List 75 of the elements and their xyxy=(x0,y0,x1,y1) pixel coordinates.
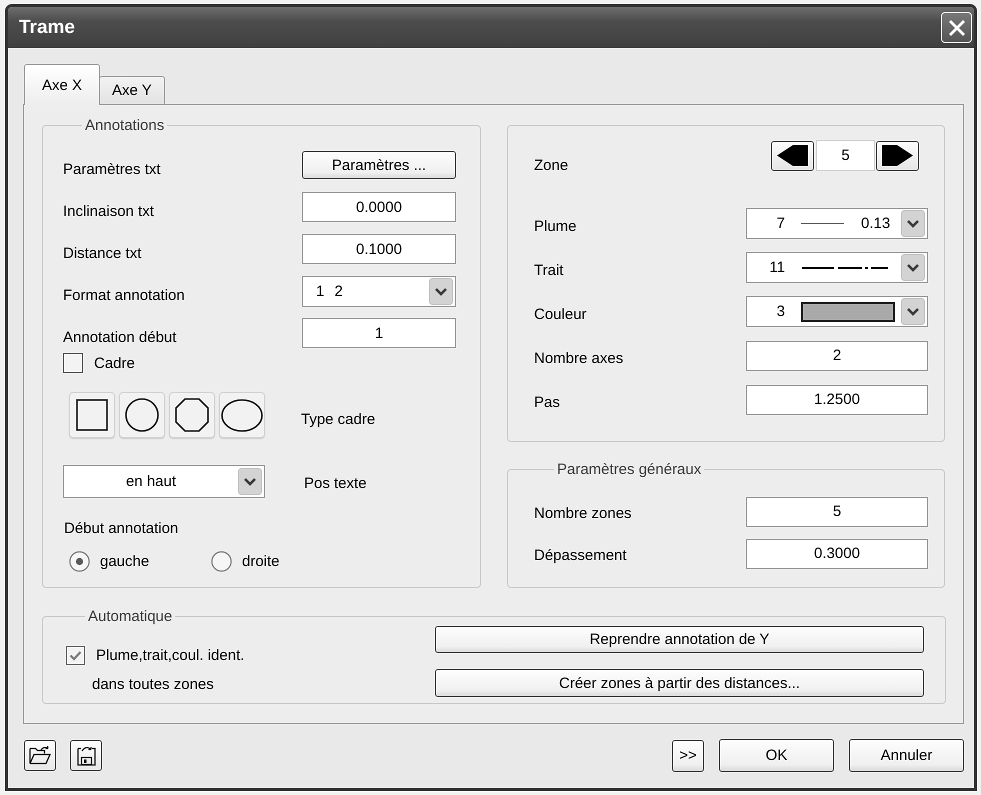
chevron-down-icon[interactable] xyxy=(901,298,925,325)
field-label: Distance txt xyxy=(63,244,142,262)
dash-dot-line-icon xyxy=(802,266,888,268)
ellipse-icon xyxy=(221,398,263,432)
group-title: Automatique xyxy=(87,608,174,625)
field-label: Annotation début xyxy=(63,328,178,346)
text-field[interactable]: 2 xyxy=(746,340,928,370)
right-arrow-icon xyxy=(882,145,913,166)
save-button[interactable] xyxy=(70,740,102,771)
zone-field[interactable]: 5 xyxy=(816,140,875,171)
chevron-down-icon[interactable] xyxy=(901,210,925,237)
action-button[interactable]: Créer zones à partir des distances... xyxy=(435,669,924,697)
window-title: Trame xyxy=(19,16,75,38)
text-field[interactable]: 0.1000 xyxy=(302,234,456,264)
line-icon xyxy=(801,222,844,225)
field-label: Inclinaison txt xyxy=(63,202,155,220)
close-icon xyxy=(948,18,966,36)
open-folder-icon xyxy=(29,746,51,765)
dialog-button[interactable]: OK xyxy=(719,739,834,772)
frame-shape-button[interactable] xyxy=(119,392,165,438)
field-label: Dépassement xyxy=(534,547,628,564)
checkbox-label: Plume,trait,coul. ident. xyxy=(96,647,244,664)
radio-label: droite xyxy=(242,553,280,570)
chevron-down-icon[interactable] xyxy=(901,254,925,281)
text-field[interactable]: 5 xyxy=(746,496,928,526)
field-label: Couleur xyxy=(534,306,588,323)
dropdown[interactable]: en haut xyxy=(63,465,265,498)
left-arrow-icon xyxy=(777,145,808,166)
circle-icon xyxy=(125,398,159,432)
checkbox[interactable] xyxy=(63,353,83,373)
open-button[interactable] xyxy=(24,740,56,771)
next-button[interactable] xyxy=(876,140,919,170)
field-label: Zone xyxy=(534,157,570,174)
field-label: Format annotation xyxy=(63,287,186,304)
frame-shape-button[interactable] xyxy=(219,392,265,438)
field-label: Nombre axes xyxy=(534,350,624,367)
field-label: Pos texte xyxy=(304,475,367,492)
radio-label: gauche xyxy=(100,553,150,570)
text-field[interactable]: 0.3000 xyxy=(746,538,928,568)
field-label: Paramètres txt xyxy=(63,160,162,178)
field-label: Type cadre xyxy=(301,410,376,428)
field-label: Plume xyxy=(534,218,578,235)
dropdown[interactable]: 1 2 xyxy=(302,276,456,307)
floppy-disk-icon xyxy=(76,745,96,766)
tab[interactable]: Axe Y xyxy=(99,76,165,104)
dropdown[interactable]: 3 xyxy=(746,296,928,327)
checkbox[interactable] xyxy=(66,646,85,665)
dialog-button[interactable]: Annuler xyxy=(849,739,964,772)
chevron-down-icon[interactable] xyxy=(238,468,262,495)
group-title: Annotations xyxy=(84,117,166,134)
field-label: Trait xyxy=(534,262,564,279)
frame-shape-button[interactable] xyxy=(169,392,215,438)
square-icon xyxy=(76,399,108,431)
group-title: Paramètres généraux xyxy=(556,461,702,478)
frame-shape-button[interactable] xyxy=(69,392,115,438)
text-field[interactable]: 1 xyxy=(302,318,456,348)
checkbox-label: Cadre xyxy=(94,354,135,372)
checkbox-caption: dans toutes zones xyxy=(92,676,214,693)
more-button[interactable]: >> xyxy=(672,740,704,772)
settings-button[interactable]: Paramètres ... xyxy=(302,151,456,179)
chevron-down-icon[interactable] xyxy=(429,278,453,305)
radio-button[interactable] xyxy=(211,551,232,572)
field-label: Nombre zones xyxy=(534,505,633,522)
previous-button[interactable] xyxy=(771,140,814,170)
action-button[interactable]: Reprendre annotation de Y xyxy=(435,626,924,653)
field-label: Pas xyxy=(534,394,561,411)
dropdown[interactable]: 7 0.13 xyxy=(746,208,928,239)
close-button[interactable] xyxy=(941,12,972,43)
tab[interactable]: Axe X xyxy=(24,64,100,105)
octagon-icon xyxy=(175,398,209,432)
text-field[interactable]: 1.2500 xyxy=(746,384,928,414)
dropdown[interactable]: 11 xyxy=(746,252,928,283)
field-label: Début annotation xyxy=(64,520,178,537)
text-field[interactable]: 0.0000 xyxy=(302,192,456,222)
radio-button[interactable] xyxy=(69,551,90,572)
